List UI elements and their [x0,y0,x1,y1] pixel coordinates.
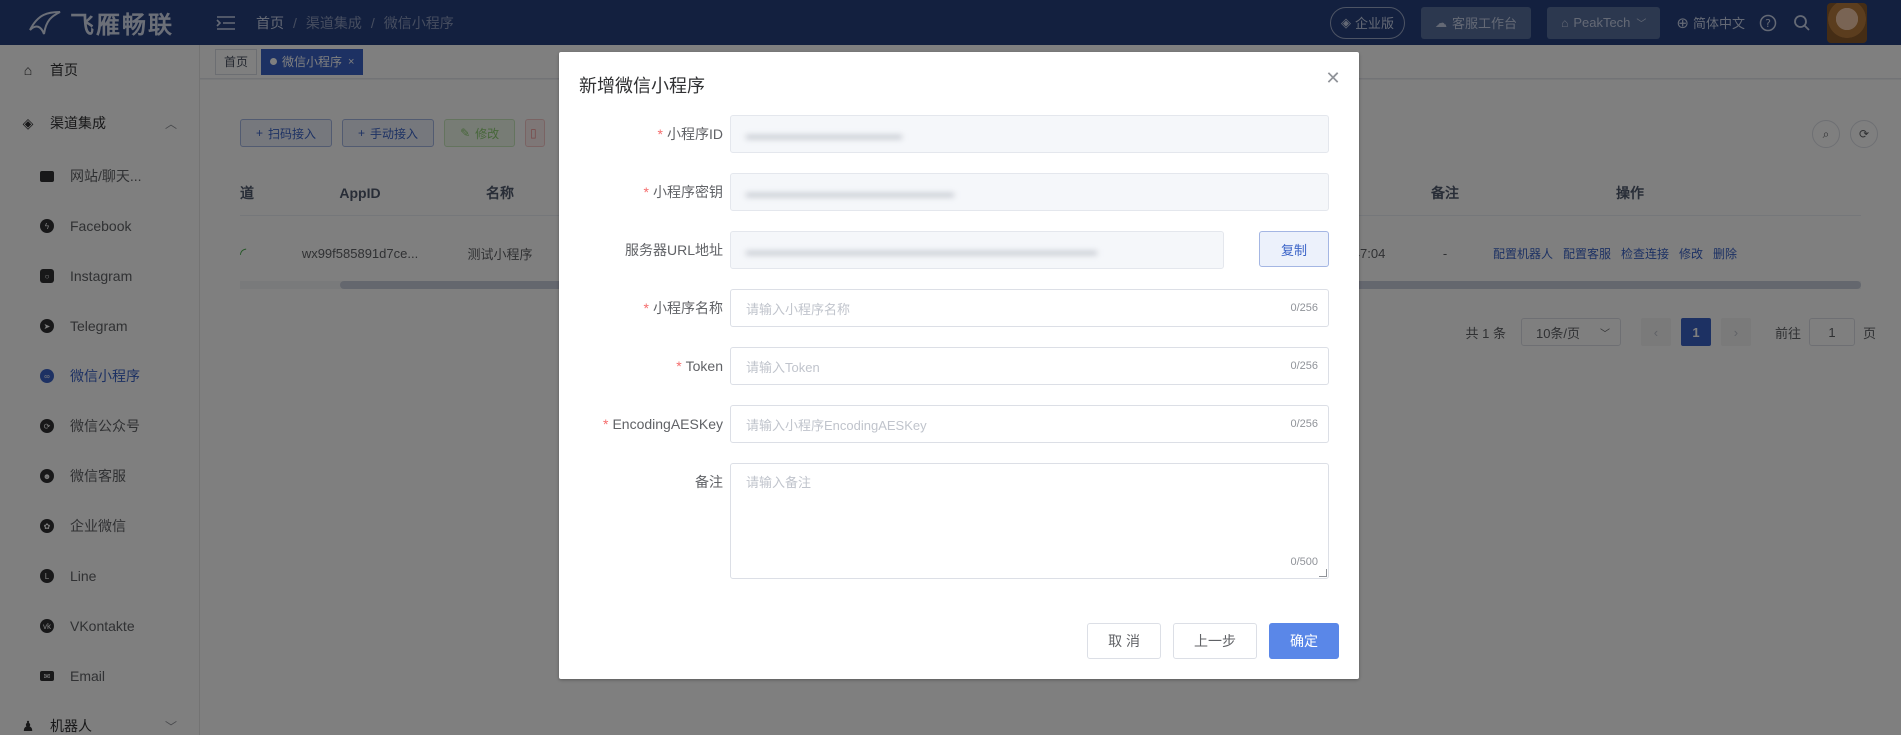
char-counter: 0/256 [1290,418,1318,430]
cancel-button[interactable]: 取 消 [1087,623,1161,659]
form-row-server-url: 服务器URL地址 ▬▬▬▬▬▬▬▬▬▬▬▬▬▬▬▬▬▬▬▬▬▬▬▬▬▬▬ 复制 [559,231,1359,269]
label-text: 备注 [695,474,723,490]
add-miniprogram-dialog: 新增微信小程序 ✕ * 小程序ID ▬▬▬▬▬▬▬▬▬▬▬▬ * 小程序密钥 ▬▬▬… [559,52,1359,679]
name-label: * 小程序名称 [644,289,723,327]
label-text: 小程序ID [667,126,723,142]
redacted-value: ▬▬▬▬▬▬▬▬▬▬▬▬▬▬▬▬ [746,184,954,200]
server-url-label: 服务器URL地址 [625,231,723,269]
label-text: EncodingAESKey [612,416,723,432]
remark-textarea[interactable]: 请输入备注 0/500 [730,463,1329,579]
label-text: 服务器URL地址 [624,242,723,258]
label-text: 小程序名称 [653,300,723,316]
form-row-secret: * 小程序密钥 ▬▬▬▬▬▬▬▬▬▬▬▬▬▬▬▬ [559,173,1359,211]
dialog-footer: 取 消 上一步 确定 [1075,623,1339,659]
copy-button[interactable]: 复制 [1259,231,1329,267]
token-input[interactable]: 请输入Token 0/256 [730,347,1329,385]
confirm-button[interactable]: 确定 [1269,623,1339,659]
required-mark: * [643,184,649,200]
appid-label: * 小程序ID [658,115,723,153]
form-row-aeskey: * EncodingAESKey 请输入小程序EncodingAESKey 0/2… [559,405,1359,443]
name-input[interactable]: 请输入小程序名称 0/256 [730,289,1329,327]
char-counter: 0/500 [1290,556,1318,568]
remark-label: 备注 [695,463,723,501]
required-mark: * [643,300,649,316]
form-row-token: * Token 请输入Token 0/256 [559,347,1359,385]
redacted-value: ▬▬▬▬▬▬▬▬▬▬▬▬▬▬▬▬▬▬▬▬▬▬▬▬▬▬▬ [746,242,1097,258]
previous-step-button[interactable]: 上一步 [1173,623,1257,659]
input-placeholder: 请输入备注 [746,475,812,490]
token-label: * Token [676,347,723,385]
server-url-input[interactable]: ▬▬▬▬▬▬▬▬▬▬▬▬▬▬▬▬▬▬▬▬▬▬▬▬▬▬▬ [730,231,1224,269]
input-placeholder: 请输入Token [746,359,820,375]
resize-handle-icon[interactable] [1319,569,1327,577]
secret-input[interactable]: ▬▬▬▬▬▬▬▬▬▬▬▬▬▬▬▬ [730,173,1329,211]
redacted-value: ▬▬▬▬▬▬▬▬▬▬▬▬ [746,126,902,142]
secret-label: * 小程序密钥 [644,173,723,211]
appid-input[interactable]: ▬▬▬▬▬▬▬▬▬▬▬▬ [730,115,1329,153]
aeskey-input[interactable]: 请输入小程序EncodingAESKey 0/256 [730,405,1329,443]
label-text: Token [685,358,723,374]
form-row-remark: 备注 请输入备注 0/500 [559,463,1359,579]
required-mark: * [603,416,609,432]
input-placeholder: 请输入小程序EncodingAESKey [746,417,927,433]
form-row-name: * 小程序名称 请输入小程序名称 0/256 [559,289,1359,327]
required-mark: * [676,358,682,374]
required-mark: * [657,126,663,142]
form-row-appid: * 小程序ID ▬▬▬▬▬▬▬▬▬▬▬▬ [559,115,1359,153]
dialog-title: 新增微信小程序 [579,76,705,96]
close-icon[interactable]: ✕ [1325,69,1341,87]
char-counter: 0/256 [1290,360,1318,372]
char-counter: 0/256 [1290,302,1318,314]
aeskey-label: * EncodingAESKey [603,405,723,443]
input-placeholder: 请输入小程序名称 [746,301,851,317]
label-text: 小程序密钥 [653,184,723,200]
